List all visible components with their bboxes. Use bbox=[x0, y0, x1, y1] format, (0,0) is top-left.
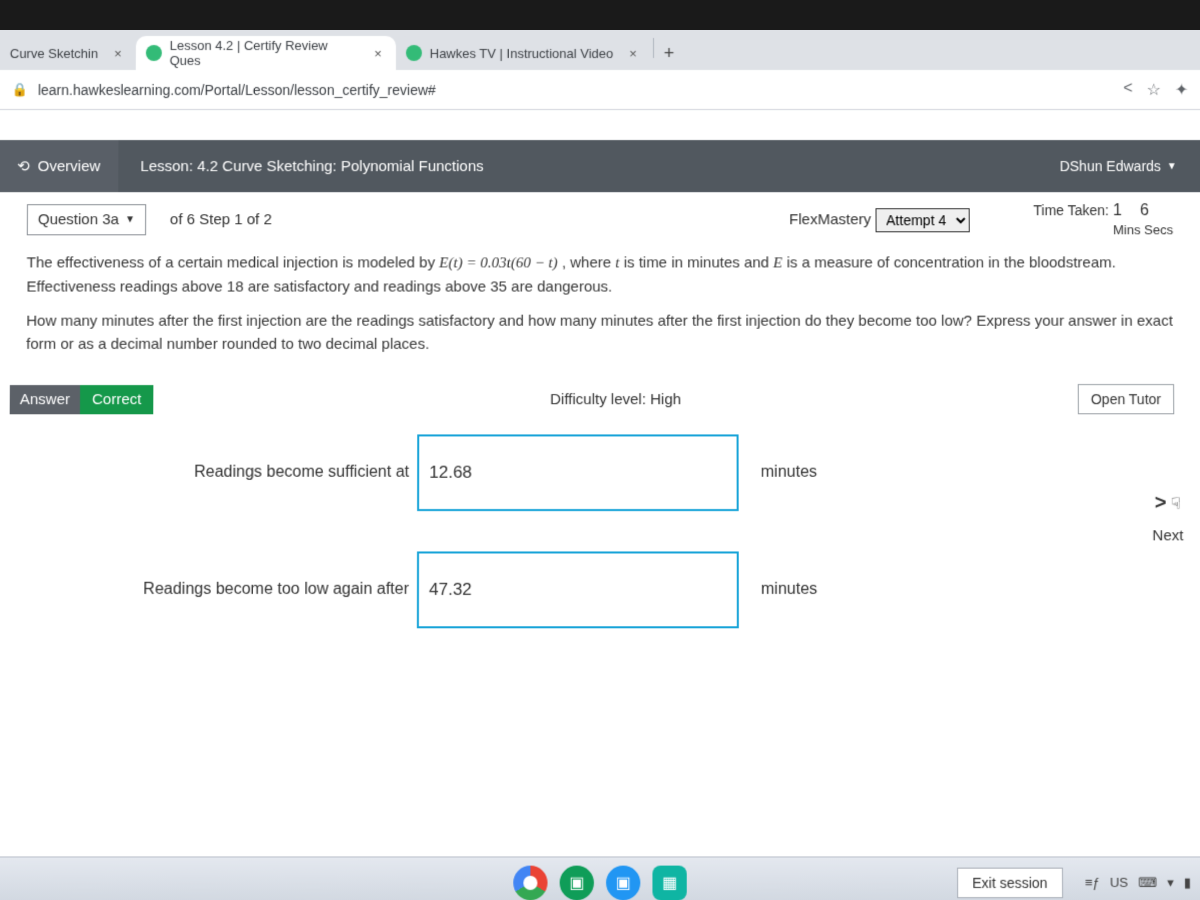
overview-label: Overview bbox=[38, 158, 101, 175]
url-text[interactable]: learn.hawkeslearning.com/Portal/Lesson/l… bbox=[38, 81, 1113, 97]
caret-down-icon: ▼ bbox=[1167, 161, 1177, 172]
overview-icon: ⟲ bbox=[17, 157, 30, 175]
question-step: of 6 Step 1 of 2 bbox=[170, 211, 272, 228]
stem-math: E bbox=[773, 255, 782, 271]
favicon-icon bbox=[146, 45, 162, 61]
next-panel[interactable]: > ☟ Next bbox=[1133, 492, 1200, 544]
answer-bar: Answer Correct Difficulty level: High Op… bbox=[0, 384, 1200, 414]
stem-text: , where bbox=[562, 254, 615, 271]
answer-row: Readings become too low again after 47.3… bbox=[24, 551, 1175, 628]
hand-icon: ☟ bbox=[1171, 496, 1181, 513]
overview-button[interactable]: ⟲ Overview bbox=[0, 140, 119, 192]
address-bar: 🔒 learn.hawkeslearning.com/Portal/Lesson… bbox=[0, 70, 1200, 110]
star-icon[interactable]: ☆ bbox=[1147, 79, 1161, 99]
exit-session-button[interactable]: Exit session bbox=[957, 867, 1063, 898]
answer-label: Answer bbox=[10, 385, 80, 414]
camera-icon[interactable]: ▣ bbox=[606, 865, 640, 900]
os-shelf: ▣ ▣ ▦ Exit session ≡ƒ US ⌨ ▾ ▮ bbox=[0, 856, 1200, 900]
favicon-icon bbox=[406, 45, 422, 61]
answer-row: Readings become sufficient at 12.68 minu… bbox=[25, 434, 1175, 511]
answer-row-label: Readings become sufficient at bbox=[25, 464, 417, 482]
share-icon[interactable]: < bbox=[1123, 79, 1132, 99]
tab-hawkes-tv[interactable]: Hawkes TV | Instructional Video × bbox=[396, 36, 651, 70]
time-mins: 1 bbox=[1113, 202, 1122, 220]
extensions-icon[interactable]: ✦ bbox=[1175, 79, 1189, 99]
app-icon[interactable]: ▣ bbox=[560, 865, 594, 900]
stem-text: How many minutes after the first injecti… bbox=[26, 309, 1174, 356]
mins-label: Mins bbox=[1113, 222, 1141, 237]
attempt-select[interactable]: Attempt 4 bbox=[875, 208, 969, 232]
tab-title: Curve Sketchin bbox=[10, 45, 98, 60]
tab-separator bbox=[653, 38, 654, 58]
tab-title: Hawkes TV | Instructional Video bbox=[430, 45, 614, 60]
tab-curve-sketching[interactable]: Curve Sketchin × bbox=[0, 36, 136, 70]
answer-row-label: Readings become too low again after bbox=[25, 581, 417, 599]
flexmastery-label: FlexMastery bbox=[789, 211, 871, 228]
tab-title: Lesson 4.2 | Certify Review Ques bbox=[170, 38, 359, 68]
time-secs: 6 bbox=[1140, 202, 1149, 220]
stem-text: is time in minutes and bbox=[624, 254, 774, 271]
new-tab-button[interactable]: + bbox=[656, 36, 686, 70]
user-menu[interactable]: DShun Edwards ▼ bbox=[1060, 158, 1177, 174]
tab-strip: Curve Sketchin × Lesson 4.2 | Certify Re… bbox=[0, 30, 1200, 70]
answer-input[interactable]: 12.68 bbox=[417, 434, 739, 511]
time-taken: Time Taken: 1 6 Mins Secs bbox=[1033, 202, 1173, 237]
dock: ▣ ▣ ▦ bbox=[513, 865, 687, 900]
system-tray[interactable]: ≡ƒ US ⌨ ▾ ▮ bbox=[1085, 874, 1191, 890]
keyboard-icon[interactable]: ≡ƒ bbox=[1085, 875, 1100, 890]
wifi-icon[interactable]: ▾ bbox=[1167, 874, 1174, 890]
battery-icon[interactable]: ▮ bbox=[1184, 874, 1191, 890]
user-name: DShun Edwards bbox=[1060, 158, 1161, 174]
stem-text: The effectiveness of a certain medical i… bbox=[27, 254, 440, 271]
secs-label: Secs bbox=[1144, 222, 1173, 237]
question-header: Question 3a ▼ of 6 Step 1 of 2 FlexMaste… bbox=[0, 192, 1200, 243]
open-tutor-button[interactable]: Open Tutor bbox=[1078, 384, 1175, 414]
status-badge: Correct bbox=[80, 385, 154, 414]
stem-math: E(t) = 0.03t(60 − t) bbox=[439, 255, 557, 271]
stem-math: t bbox=[615, 255, 619, 271]
answer-unit: minutes bbox=[739, 464, 817, 482]
close-icon[interactable]: × bbox=[374, 45, 382, 60]
chrome-icon[interactable] bbox=[513, 865, 547, 900]
tab-lesson-certify[interactable]: Lesson 4.2 | Certify Review Ques × bbox=[136, 36, 396, 70]
difficulty-label: Difficulty level: High bbox=[153, 391, 1077, 408]
answer-unit: minutes bbox=[739, 581, 818, 599]
close-icon[interactable]: × bbox=[629, 45, 637, 60]
question-selector[interactable]: Question 3a ▼ bbox=[27, 204, 146, 235]
plus-icon: + bbox=[664, 42, 675, 63]
ime-icon[interactable]: ⌨ bbox=[1138, 874, 1157, 890]
question-label: Question 3a bbox=[38, 211, 119, 228]
question-stem: The effectiveness of a certain medical i… bbox=[0, 243, 1200, 384]
close-icon[interactable]: × bbox=[114, 45, 122, 60]
lesson-title: Lesson: 4.2 Curve Sketching: Polynomial … bbox=[118, 158, 505, 175]
time-taken-label: Time Taken: bbox=[1033, 202, 1109, 218]
next-label: Next bbox=[1133, 527, 1200, 544]
answer-input[interactable]: 47.32 bbox=[417, 551, 739, 628]
lang-indicator[interactable]: US bbox=[1110, 875, 1128, 890]
chevron-right-icon: > bbox=[1155, 492, 1167, 514]
answer-fields: Readings become sufficient at 12.68 minu… bbox=[0, 414, 1200, 648]
app-icon[interactable]: ▦ bbox=[652, 865, 686, 900]
lesson-header: ⟲ Overview Lesson: 4.2 Curve Sketching: … bbox=[0, 140, 1200, 192]
caret-down-icon: ▼ bbox=[125, 214, 135, 225]
lock-icon[interactable]: 🔒 bbox=[12, 81, 28, 97]
